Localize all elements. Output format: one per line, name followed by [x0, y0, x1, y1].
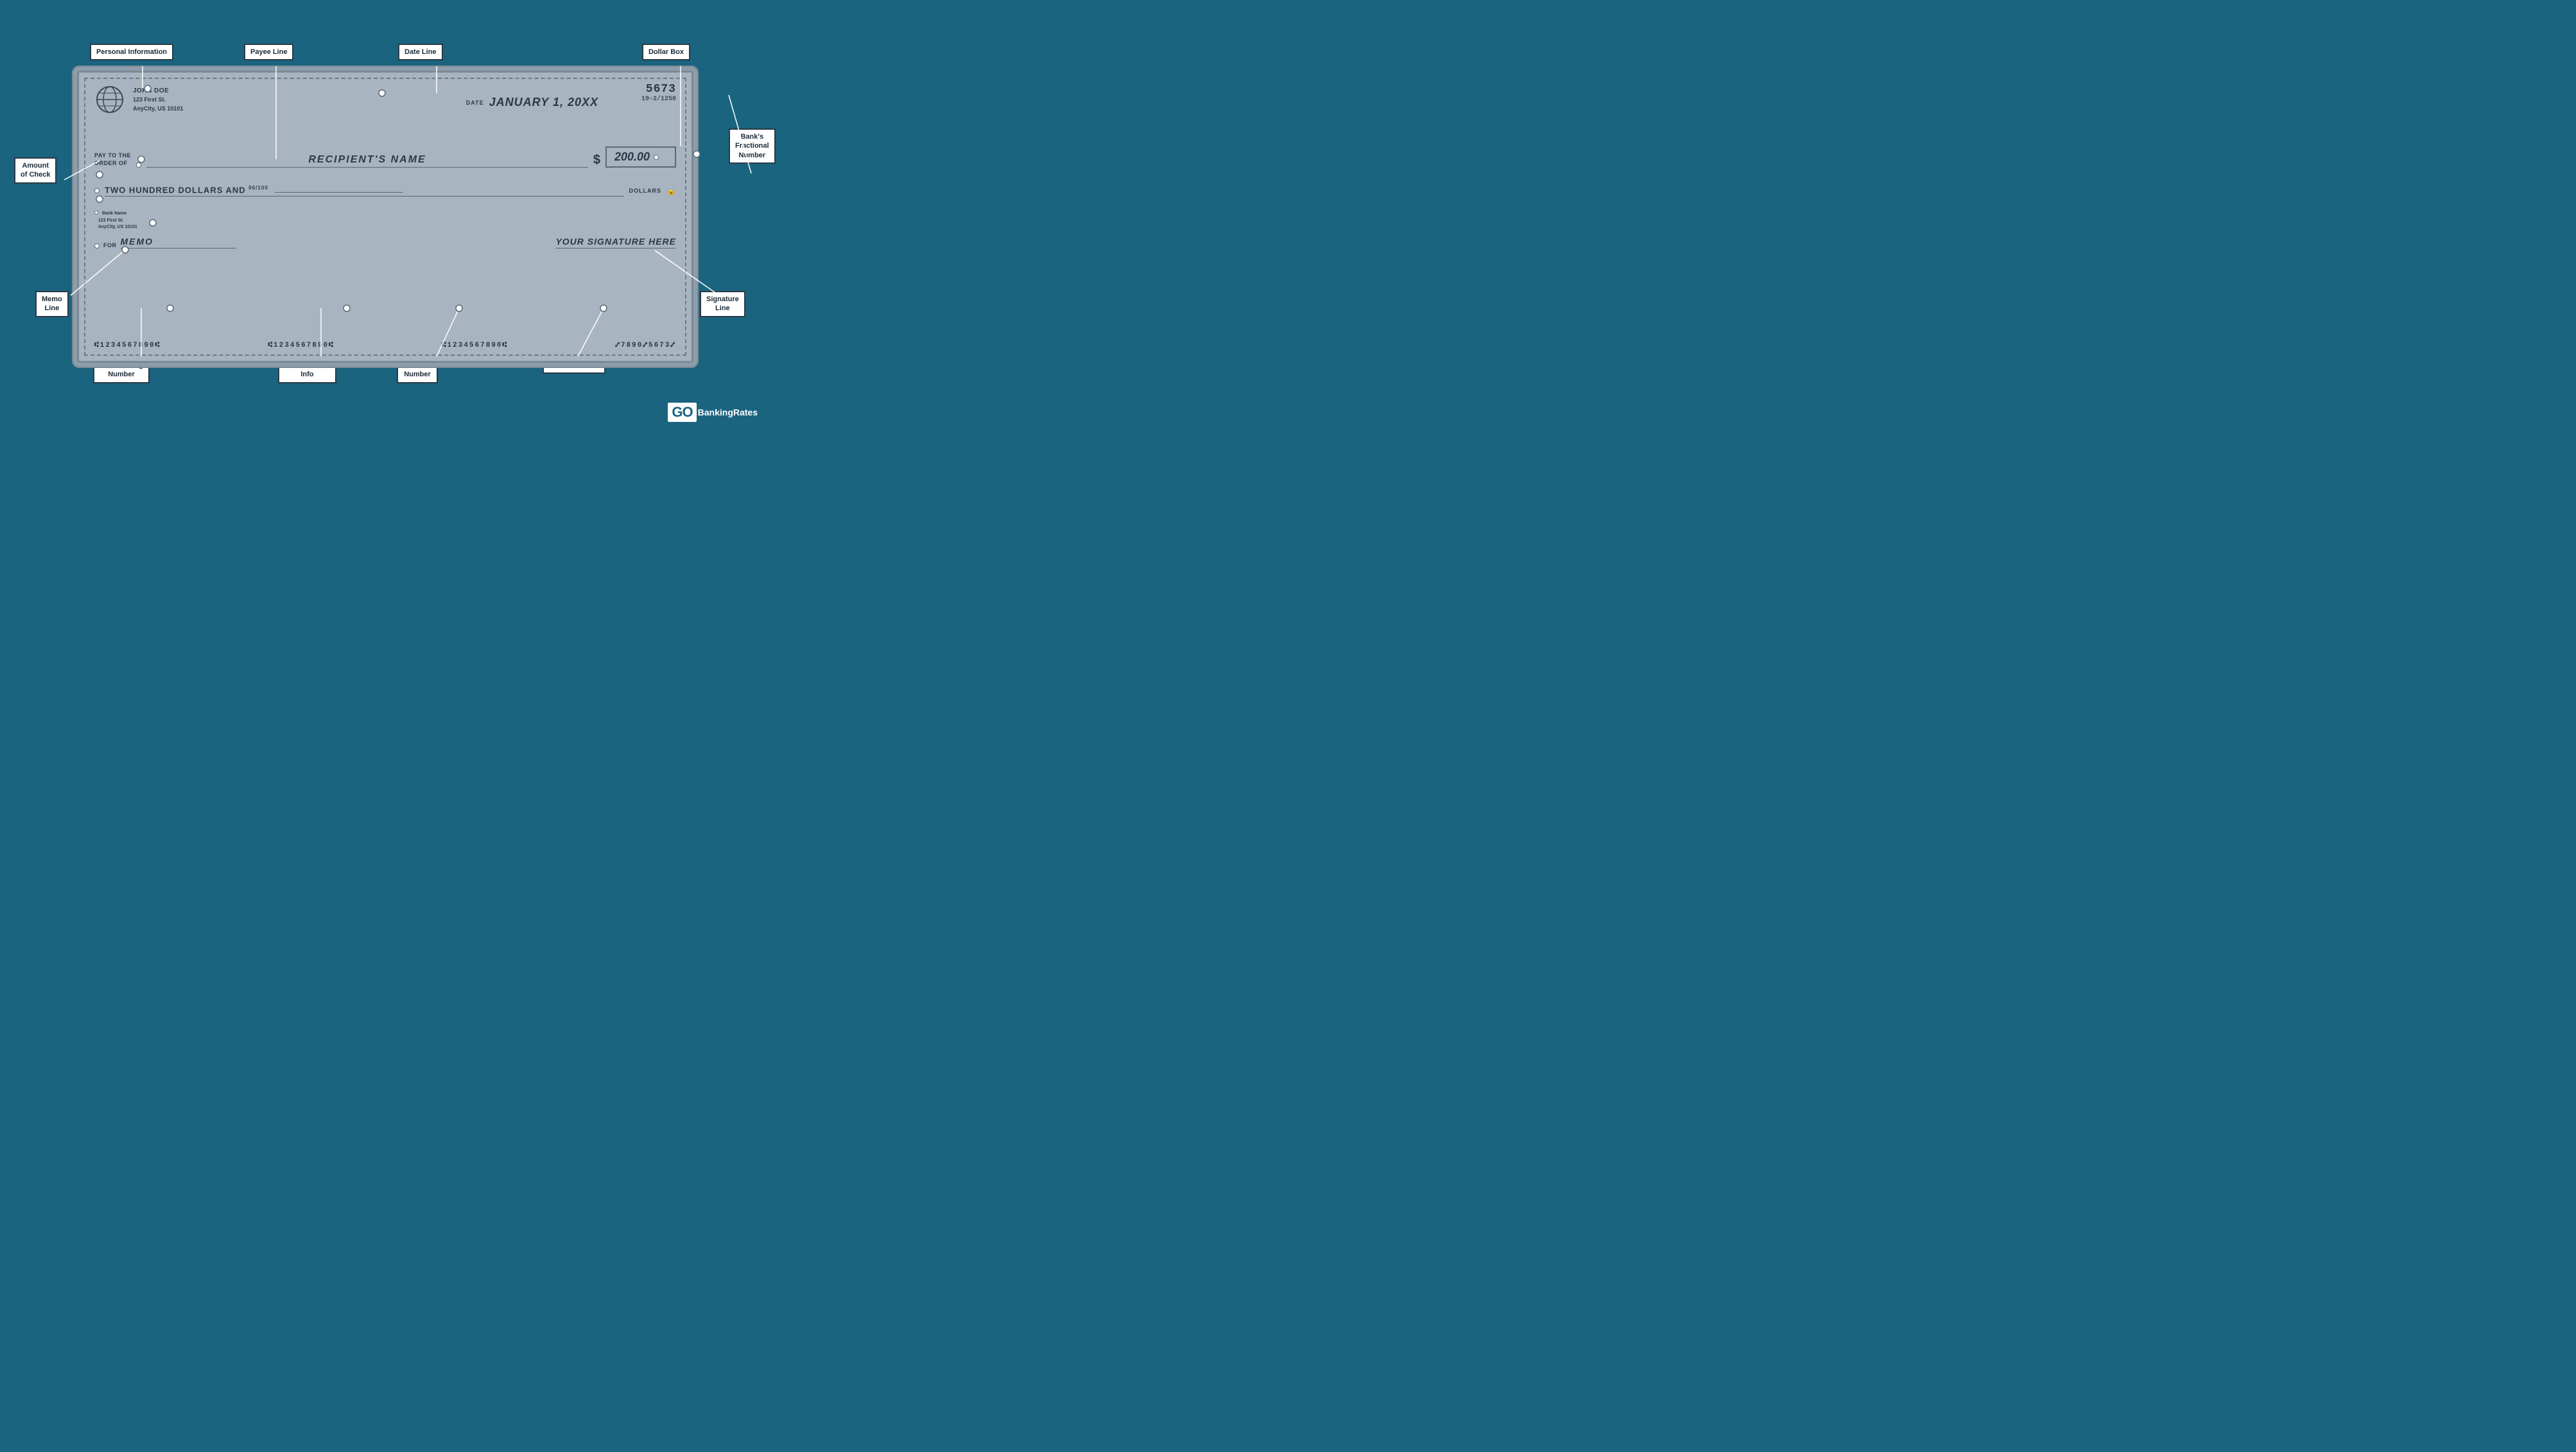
pay-section: PAY TO THEORDER OF RECIPIENT'S NAME $ 20…	[94, 146, 676, 168]
lock-icon: 🔒	[666, 186, 676, 195]
memo-text: MEMO	[121, 236, 236, 249]
payee-line-label: Payee Line	[244, 44, 293, 60]
payee-name: RECIPIENT'S NAME	[146, 154, 588, 168]
logo-banking-rates: BankingRates	[698, 407, 758, 417]
globe-icon	[94, 84, 125, 115]
pay-label: PAY TO THEORDER OF	[94, 152, 131, 168]
amount-of-check-label: Amount of Check	[14, 157, 57, 184]
check-wrapper: 5673 19-2/1250 JOHN DOE 123 First St. An…	[77, 71, 693, 363]
bank-info-section: Bank Name 123 First St. AnyCity, US 1010…	[94, 211, 137, 231]
signature-line-label: Signature Line	[700, 291, 745, 317]
personal-address1: 123 First St.	[133, 96, 183, 105]
personal-information-label: Personal Information	[90, 44, 173, 60]
dollar-box-label: Dollar Box	[642, 44, 690, 60]
bank-info-text: Bank Name 123 First St. AnyCity, US 1010…	[94, 211, 137, 231]
signature-text: YOUR SIGNATURE HERE	[555, 236, 676, 249]
personal-info-text: JOHN DOE 123 First St. AnyCity, US 10101	[133, 86, 183, 113]
bank-info-dot	[94, 211, 98, 214]
written-amount-dot	[94, 188, 100, 193]
logo-go: GO	[668, 403, 696, 422]
check-number-fractional: 19-2/1250	[641, 96, 676, 103]
date-value: JANUARY 1, 20XX	[489, 96, 598, 109]
date-line-label: Date Line	[398, 44, 443, 60]
micr-section: ⑆1234567890⑆ ⑆1234567890⑆ ⑆1234567890⑆ ⑇…	[94, 342, 676, 349]
personal-name: JOHN DOE	[133, 86, 183, 96]
written-amount-section: TWO HUNDRED DOLLARS AND 00/100 DOLLARS 🔒	[94, 185, 676, 197]
dollar-sign: $	[593, 153, 600, 168]
check-number-box: 5673 19-2/1250	[641, 83, 676, 103]
micr-routing: ⑆1234567890⑆	[94, 342, 161, 349]
personal-address2: AnyCity, US 10101	[133, 105, 183, 114]
memo-dot	[94, 243, 100, 249]
date-label: DATE	[466, 100, 484, 106]
dollars-label: DOLLARS	[629, 188, 662, 194]
personal-info-section: JOHN DOE 123 First St. AnyCity, US 10101	[94, 84, 183, 115]
logo: GO BankingRates	[668, 403, 758, 422]
check-number-main: 5673	[641, 83, 676, 96]
date-section: DATE JANUARY 1, 20XX	[466, 96, 598, 109]
micr-account: ⑆1234567890⑆	[442, 342, 508, 349]
micr-check: ⑇7890⑇5673⑇	[615, 342, 676, 349]
written-line	[275, 192, 403, 193]
written-fraction: 00/100	[248, 185, 268, 191]
amount-box: 200.00	[605, 146, 676, 168]
memo-line-label: Memo Line	[35, 291, 69, 317]
memo-side: FOR MEMO	[94, 236, 236, 249]
check: 5673 19-2/1250 JOHN DOE 123 First St. An…	[77, 71, 693, 363]
amount-value: 200.00	[614, 150, 650, 164]
memo-sig-section: FOR MEMO YOUR SIGNATURE HERE	[94, 236, 676, 249]
micr-bank-contact: ⑆1234567890⑆	[268, 342, 334, 349]
payee-dot	[136, 162, 141, 168]
amount-dot	[654, 155, 659, 160]
banks-fractional-number-label: Bank's Fractional Number	[729, 128, 776, 164]
for-label: FOR	[103, 242, 117, 249]
written-amount-text: TWO HUNDRED DOLLARS AND 00/100	[105, 185, 624, 197]
